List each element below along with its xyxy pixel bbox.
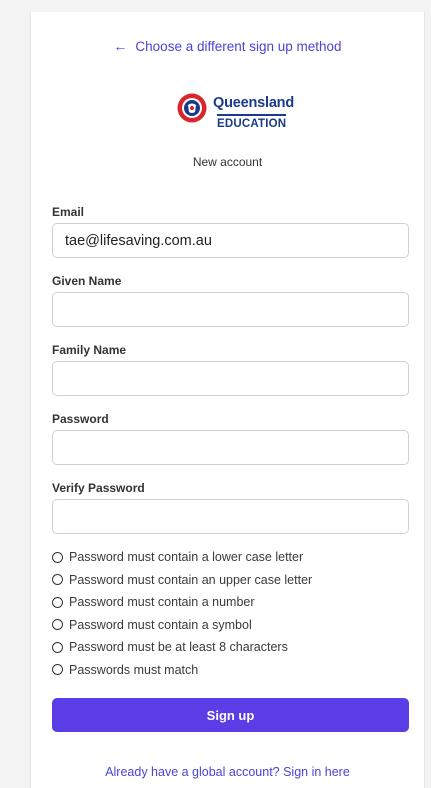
- rule-status-circle-icon: [52, 551, 63, 563]
- rule-text: Passwords must match: [69, 662, 199, 677]
- rule-text: Password must contain a symbol: [69, 617, 252, 632]
- given-name-label: Given Name: [52, 274, 122, 288]
- password-label: Password: [52, 412, 109, 426]
- email-label: Email: [52, 205, 85, 219]
- rule-status-circle-icon: [52, 596, 63, 608]
- back-link-label: Choose a different sign up method: [135, 39, 342, 54]
- rule-text: Password must be at least 8 characters: [69, 640, 288, 655]
- given-name-field[interactable]: [52, 292, 409, 327]
- family-name-field[interactable]: [52, 361, 409, 396]
- rule-text: Password must contain a number: [69, 595, 255, 610]
- sign-in-link[interactable]: Already have a global account? Sign in h…: [31, 765, 424, 779]
- verify-password-field[interactable]: [52, 499, 409, 534]
- password-rule: Password must contain a lower case lette…: [52, 546, 312, 569]
- brand-logo: Queensland EDUCATION: [177, 89, 294, 139]
- email-field[interactable]: [52, 223, 409, 258]
- page-subtitle: New account: [192, 155, 263, 169]
- rule-status-circle-icon: [52, 664, 63, 676]
- password-rule: Password must contain a number: [52, 591, 312, 614]
- verify-password-label: Verify Password: [52, 481, 145, 495]
- password-field[interactable]: [52, 430, 409, 465]
- lifesaving-seal-icon: [177, 93, 207, 123]
- password-rule: Password must contain an upper case lett…: [52, 569, 312, 592]
- brand-subtitle: EDUCATION: [217, 114, 287, 130]
- rule-status-circle-icon: [52, 619, 63, 631]
- password-rule: Passwords must match: [52, 659, 312, 682]
- rule-status-circle-icon: [52, 574, 63, 586]
- signup-card: ← Choose a different sign up method Queen…: [30, 12, 425, 788]
- password-rule: Password must contain a symbol: [52, 614, 312, 637]
- rule-text: Password must contain an upper case lett…: [69, 572, 313, 587]
- brand-name: Queensland: [213, 95, 294, 111]
- arrow-left-icon: ←: [113, 38, 128, 54]
- sign-up-button[interactable]: Sign up: [52, 698, 409, 732]
- rule-text: Password must contain a lower case lette…: [69, 550, 304, 565]
- rule-status-circle-icon: [52, 641, 63, 653]
- password-rule: Password must be at least 8 characters: [52, 636, 312, 659]
- family-name-label: Family Name: [52, 343, 127, 357]
- password-rules-list: Password must contain a lower case lette…: [52, 546, 312, 681]
- choose-signup-method-link[interactable]: ← Choose a different sign up method: [31, 38, 424, 54]
